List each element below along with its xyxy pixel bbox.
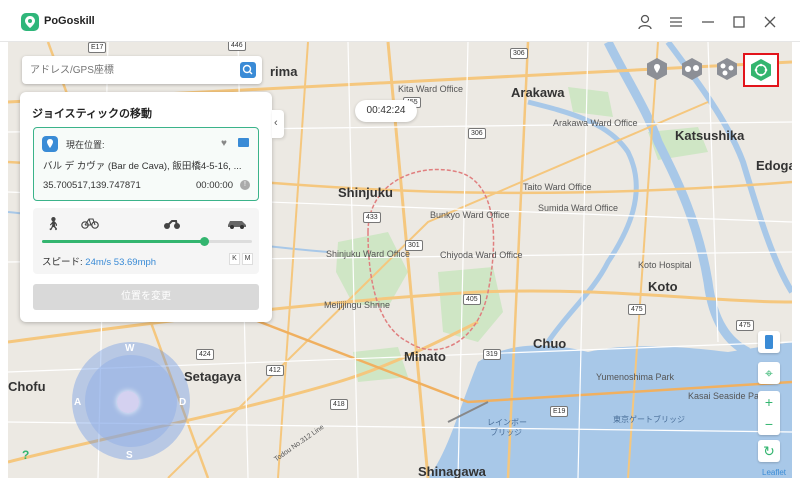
- bicycle-icon[interactable]: [81, 216, 99, 233]
- map-label-toshima: rima: [270, 64, 298, 79]
- maximize-icon[interactable]: [729, 12, 749, 32]
- map-label-rainbow-2: ブリッジ: [490, 428, 522, 437]
- route-shield: E19: [550, 406, 569, 417]
- unit-k-button[interactable]: K: [229, 253, 240, 265]
- speed-slider-handle[interactable]: [199, 237, 209, 246]
- map-label-bunkyo-ward: Bunkyo Ward Office: [430, 210, 510, 220]
- refresh-icon: ↻: [763, 443, 775, 459]
- route-shield: 418: [330, 399, 348, 410]
- current-coordinates: 35.700517,139.747871: [43, 180, 141, 191]
- current-address: バル デ カヴァ (Bar de Cava), 飯田橋4-5-16, ...: [43, 161, 242, 172]
- info-icon[interactable]: !: [240, 180, 250, 190]
- help-icon[interactable]: ?: [22, 448, 29, 462]
- phone-device-button[interactable]: [758, 331, 780, 353]
- zoom-out-icon[interactable]: −: [758, 413, 780, 435]
- joystick-mode-button[interactable]: [743, 53, 779, 87]
- elapsed-time: 00:00:00: [196, 180, 233, 191]
- map-label-taito-ward: Taito Ward Office: [523, 182, 592, 192]
- map-label-katsushika: Katsushika: [675, 128, 745, 143]
- leaflet-attribution-link[interactable]: Leaflet: [762, 468, 786, 477]
- map-label-shinagawa: Shinagawa: [418, 464, 486, 478]
- map-label-arakawa-ward: Arakawa Ward Office: [553, 118, 638, 128]
- map-label-tokyo-gate: 東京ゲートブリッジ: [613, 415, 685, 424]
- map-label-yumenoshima: Yumenoshima Park: [596, 372, 675, 382]
- route-shield: 319: [483, 349, 501, 360]
- route-shield: 424: [196, 349, 214, 360]
- map-label-chofu: Chofu: [8, 379, 46, 394]
- speed-label: スピード:: [42, 257, 83, 268]
- map-label-setagaya: Setagaya: [184, 369, 242, 384]
- address-search-bar: [22, 56, 262, 84]
- user-icon[interactable]: [635, 12, 655, 32]
- multi-spot-mode-icon[interactable]: [715, 57, 739, 81]
- map-label-kita-ward: Kita Ward Office: [398, 84, 464, 94]
- joystick-handle[interactable]: [117, 391, 139, 413]
- teleport-mode-icon[interactable]: [645, 57, 669, 81]
- search-icon: [242, 64, 253, 75]
- speed-settings: 🚶︎ スピード: 24m/s 53.69mph K M: [33, 208, 259, 274]
- session-timer: 00:42:24: [355, 100, 417, 122]
- current-location-card: 現在位置: ♥ バル デ カヴァ (Bar de Cava), 飯田橋4-5-1…: [33, 127, 259, 201]
- search-button[interactable]: [240, 62, 256, 78]
- joystick-dir-d: D: [179, 397, 187, 408]
- route-shield: E17: [88, 42, 107, 53]
- folder-icon[interactable]: [238, 138, 249, 147]
- map-label-meijijingu: Meijijingu Shrine: [324, 300, 391, 310]
- app-title: PoGoskill: [44, 15, 95, 27]
- joystick-dir-a: A: [74, 397, 82, 408]
- two-spot-mode-icon[interactable]: [680, 57, 704, 81]
- phone-icon: [765, 335, 773, 349]
- panel-title: ジョイスティックの移動: [32, 108, 153, 120]
- minimize-icon[interactable]: [698, 12, 718, 32]
- speed-slider[interactable]: [42, 237, 252, 246]
- walk-icon[interactable]: 🚶︎: [45, 216, 62, 232]
- crosshair-icon: ⌖: [765, 365, 773, 381]
- map-label-minato: Minato: [404, 349, 446, 364]
- route-shield: 475: [736, 320, 754, 331]
- route-shield: 405: [463, 294, 481, 305]
- map-label-shinjuku: Shinjuku: [338, 185, 393, 200]
- panel-collapse-button[interactable]: ‹: [272, 110, 284, 138]
- joystick-mode-icon: [751, 59, 771, 81]
- address-search-input[interactable]: [30, 62, 235, 78]
- location-pin-icon: [42, 136, 58, 152]
- map-label-arakawa: Arakawa: [511, 85, 565, 100]
- route-shield: 475: [628, 304, 646, 315]
- favorite-heart-icon[interactable]: ♥: [221, 138, 227, 149]
- route-shield: 301: [405, 240, 423, 251]
- joystick-dir-w: W: [125, 343, 135, 354]
- chevron-left-icon: ‹: [274, 117, 278, 129]
- map-label-edogawa: Edoga: [756, 158, 792, 173]
- menu-icon[interactable]: [666, 12, 686, 32]
- map-label-chuo: Chuo: [533, 336, 567, 351]
- map-label-shinjuku-ward: Shinjuku Ward Office: [326, 249, 411, 259]
- reset-button[interactable]: ↻: [758, 440, 780, 462]
- map-label-sumida-ward: Sumida Ward Office: [538, 203, 619, 213]
- close-icon[interactable]: [760, 12, 780, 32]
- motorcycle-icon[interactable]: [163, 216, 181, 233]
- unit-m-button[interactable]: M: [242, 253, 253, 265]
- map-label-koto-hospital: Koto Hospital: [638, 260, 692, 270]
- app-logo-icon: [21, 13, 39, 31]
- map-label-chiyoda-ward: Chiyoda Ward Office: [440, 250, 523, 260]
- map-label-koto: Koto: [648, 279, 678, 294]
- title-bar: PoGoskill: [0, 0, 800, 42]
- zoom-controls: + −: [758, 391, 780, 435]
- route-shield: 306: [468, 128, 486, 139]
- speed-value: 24m/s 53.69mph: [85, 257, 157, 268]
- car-icon[interactable]: [226, 216, 248, 233]
- route-shield: 306: [510, 48, 528, 59]
- route-shield: 433: [363, 212, 381, 223]
- joystick-dir-s: S: [126, 450, 133, 461]
- speed-slider-fill: [42, 240, 204, 243]
- map-label-kasai: Kasai Seaside Park: [688, 391, 767, 401]
- speed-readout: スピード: 24m/s 53.69mph: [42, 254, 156, 268]
- route-shield: 412: [266, 365, 284, 376]
- change-location-button[interactable]: 位置を変更: [33, 284, 259, 310]
- locate-me-button[interactable]: ⌖: [758, 362, 780, 384]
- zoom-in-icon[interactable]: +: [758, 391, 780, 413]
- joystick-panel: ジョイスティックの移動 現在位置: ♥ バル デ カヴァ (Bar de Cav…: [20, 92, 272, 322]
- current-location-label: 現在位置:: [66, 140, 105, 150]
- route-shield: 446: [228, 42, 246, 51]
